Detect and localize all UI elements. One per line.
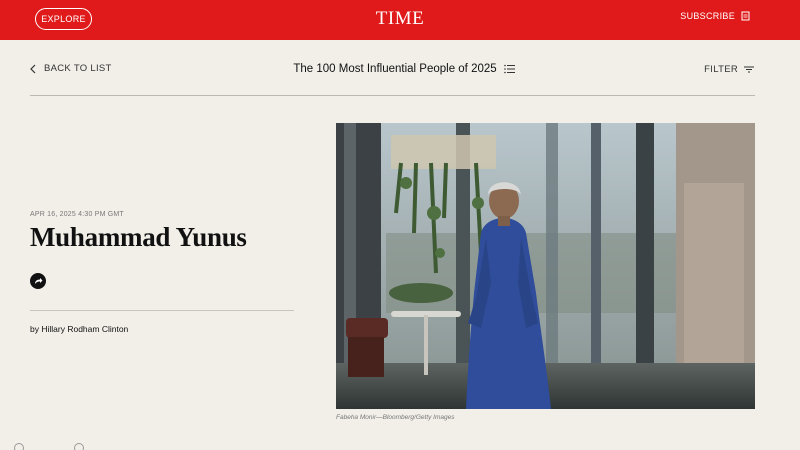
share-button[interactable]: [30, 273, 46, 289]
author-link[interactable]: Hillary Rodham Clinton: [41, 324, 128, 334]
hero-photo: [336, 123, 755, 409]
bottom-circle-icon: [14, 443, 24, 450]
bottom-icons: [14, 443, 84, 450]
list-title-button[interactable]: The 100 Most Influential People of 2025: [0, 63, 800, 75]
filter-icon: [744, 66, 754, 73]
list-title-label: The 100 Most Influential People of 2025: [293, 63, 497, 75]
subscribe-icon: [741, 11, 750, 21]
bottom-circle-icon: [74, 443, 84, 450]
top-nav-bar: EXPLORE TIME SUBSCRIBE: [0, 0, 800, 40]
subscribe-label: SUBSCRIBE: [680, 11, 735, 21]
photo-credit: Fabeha Monir—Bloomberg/Getty Images: [336, 414, 455, 421]
byline-divider: [30, 310, 294, 311]
list-icon: [503, 64, 515, 74]
nav-divider: [30, 95, 755, 96]
filter-button[interactable]: FILTER: [704, 64, 754, 75]
subscribe-link[interactable]: SUBSCRIBE: [680, 11, 750, 21]
publish-date: APR 16, 2025 4:30 PM GMT: [30, 211, 124, 218]
filter-label: FILTER: [704, 64, 738, 75]
share-icon: [35, 278, 43, 284]
article-title: Muhammad Yunus: [30, 222, 247, 252]
portrait-illustration: [336, 123, 755, 409]
byline: by Hillary Rodham Clinton: [30, 324, 128, 334]
byline-prefix: by: [30, 324, 39, 334]
